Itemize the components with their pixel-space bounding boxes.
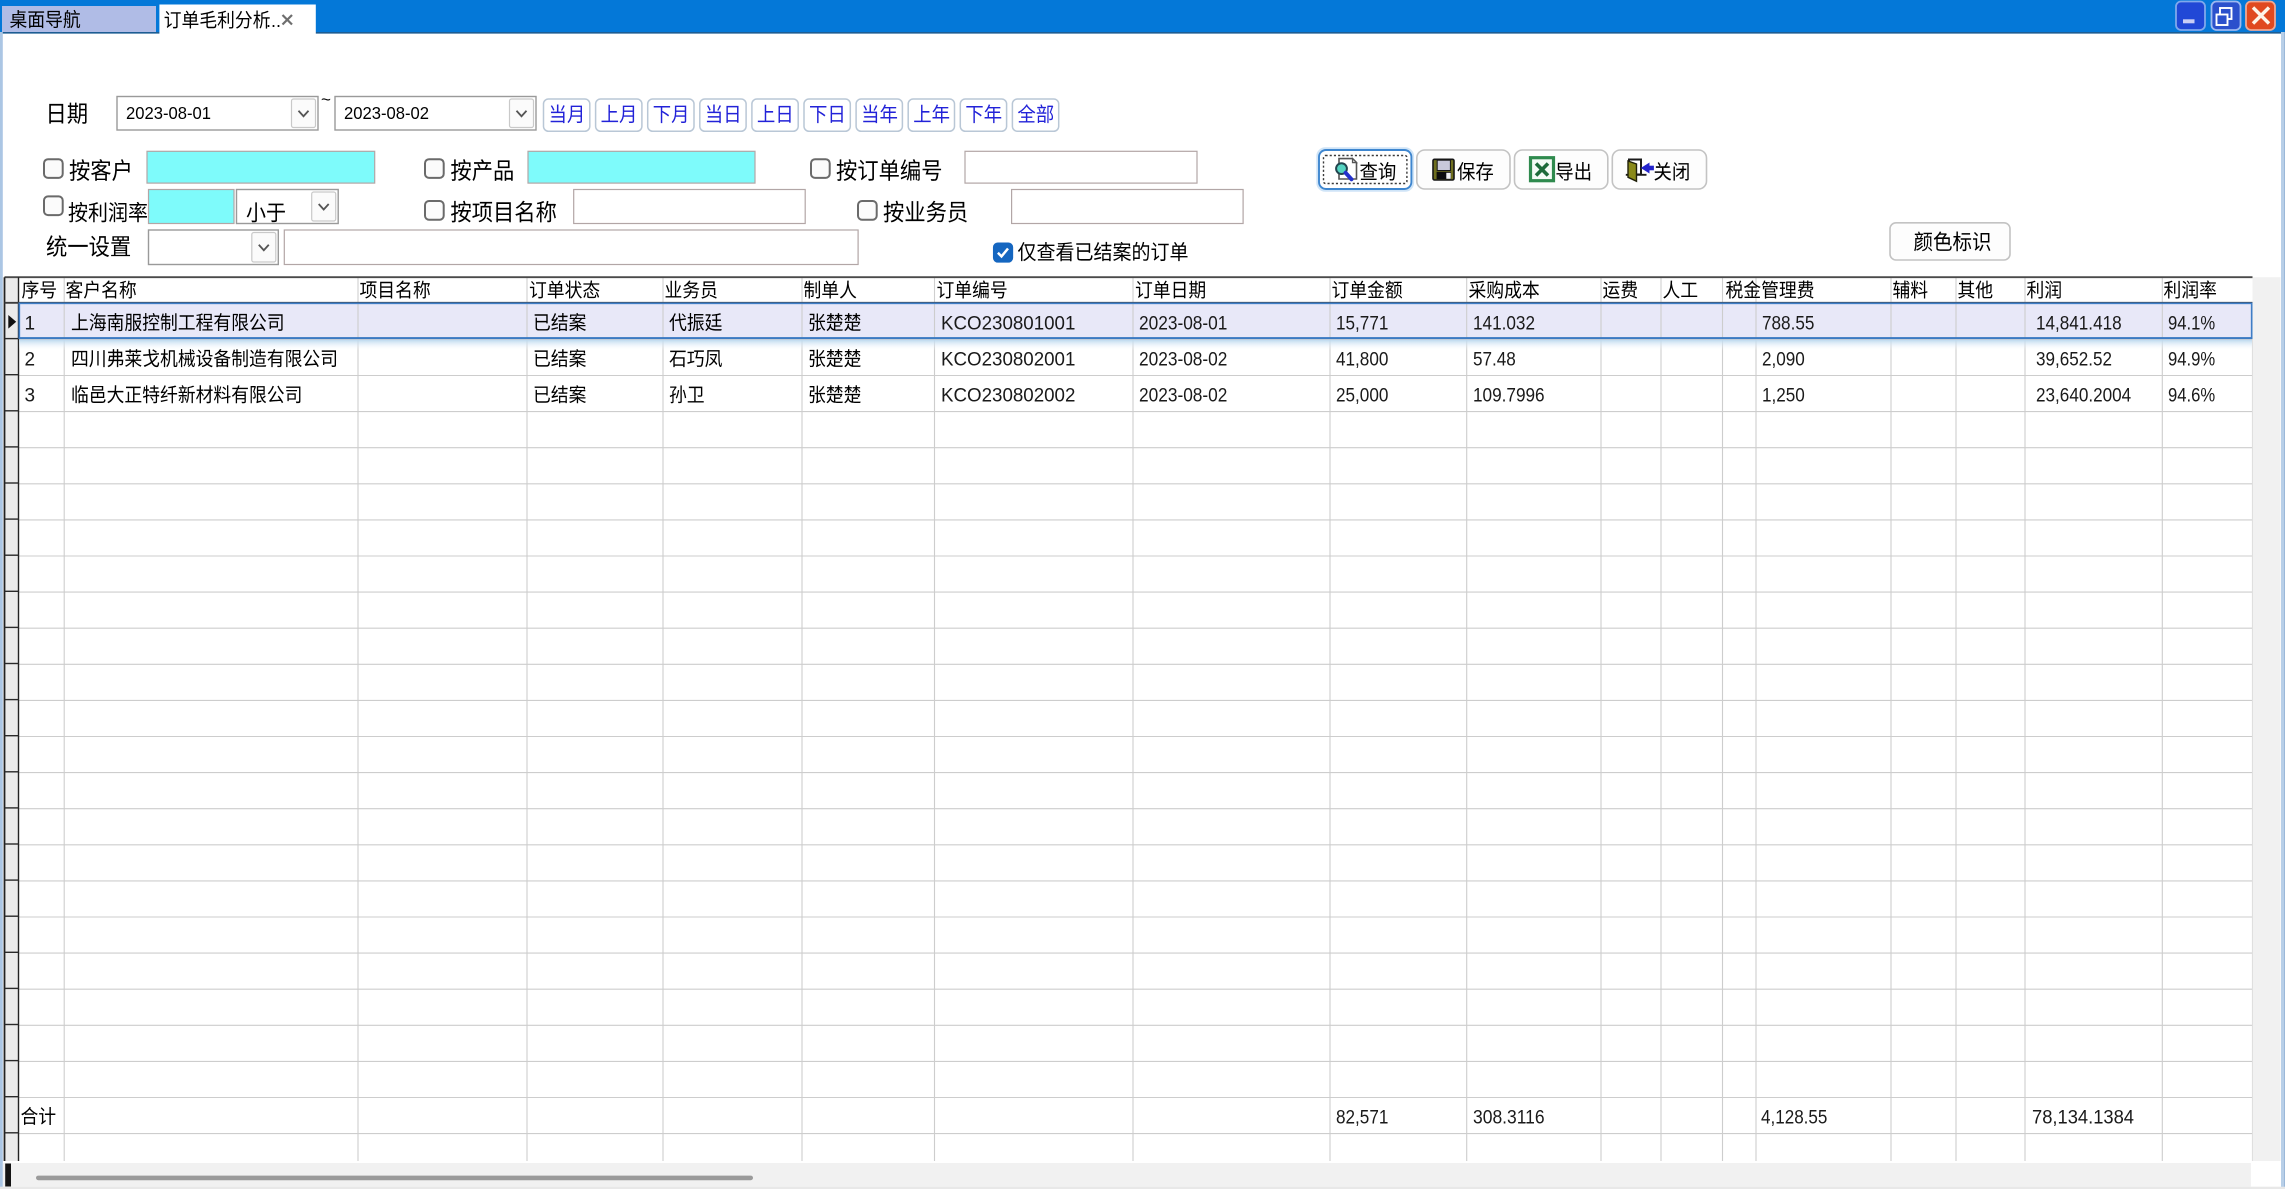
svg-text:KCO230802002: KCO230802002 xyxy=(941,386,1075,407)
svg-text:39,652.52: 39,652.52 xyxy=(2036,350,2112,371)
svg-text:308.3116: 308.3116 xyxy=(1473,1107,1545,1128)
svg-text:41,800: 41,800 xyxy=(1336,350,1388,371)
svg-text:94.9%: 94.9% xyxy=(2168,350,2215,371)
svg-text:788.55: 788.55 xyxy=(1762,314,1814,335)
svg-text:94.6%: 94.6% xyxy=(2168,386,2215,407)
svg-text:2023-08-02: 2023-08-02 xyxy=(1139,350,1227,371)
svg-text:KCO230802001: KCO230802001 xyxy=(941,350,1075,371)
svg-text:82,571: 82,571 xyxy=(1336,1107,1388,1128)
svg-text:57.48: 57.48 xyxy=(1473,350,1516,371)
svg-text:~: ~ xyxy=(321,90,331,109)
svg-text:14,841.418: 14,841.418 xyxy=(2036,314,2122,335)
svg-text:2023-08-01: 2023-08-01 xyxy=(126,103,211,123)
svg-text:15,771: 15,771 xyxy=(1336,314,1388,335)
svg-text:23,640.2004: 23,640.2004 xyxy=(2036,386,2132,407)
svg-text:KCO230801001: KCO230801001 xyxy=(941,314,1075,335)
svg-text:1: 1 xyxy=(25,314,36,335)
svg-text:3: 3 xyxy=(25,386,36,407)
svg-text:78,134.1384: 78,134.1384 xyxy=(2032,1107,2134,1128)
svg-text:...: ... xyxy=(266,11,281,31)
svg-text:109.7996: 109.7996 xyxy=(1473,386,1545,407)
svg-text:141.032: 141.032 xyxy=(1473,314,1535,335)
svg-text:1,250: 1,250 xyxy=(1762,386,1805,407)
svg-text:94.1%: 94.1% xyxy=(2168,314,2215,335)
svg-text:4,128.55: 4,128.55 xyxy=(1761,1107,1827,1128)
svg-text:2,090: 2,090 xyxy=(1762,350,1805,371)
svg-text:2023-08-02: 2023-08-02 xyxy=(1139,386,1227,407)
svg-text:2023-08-02: 2023-08-02 xyxy=(344,103,429,123)
svg-text:2: 2 xyxy=(25,350,36,371)
svg-text:25,000: 25,000 xyxy=(1336,386,1388,407)
svg-text:2023-08-01: 2023-08-01 xyxy=(1139,314,1227,335)
